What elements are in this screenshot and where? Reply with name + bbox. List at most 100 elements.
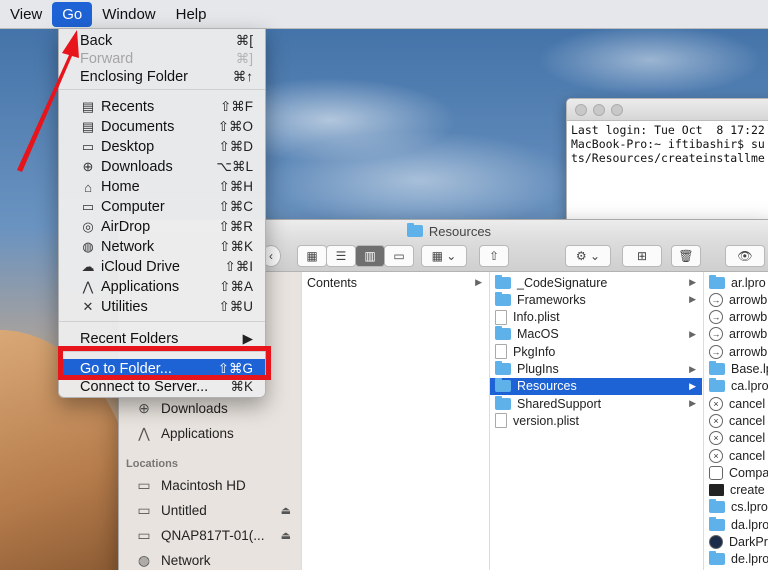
menu-item-home[interactable]: ⌂ Home ⇧⌘H — [59, 177, 265, 197]
list-item[interactable]: × cancel — [704, 412, 768, 429]
menu-shortcut: ⌘K — [230, 379, 253, 394]
menu-item-network[interactable]: ◍ Network ⇧⌘K — [59, 237, 265, 257]
trash-icon[interactable]: 🗑 — [671, 245, 701, 267]
terminal-output[interactable]: Last login: Tue Oct 8 17:22 MacBook-Pro:~… — [567, 121, 768, 167]
highlight-annotation-box — [58, 346, 271, 380]
list-item[interactable]: version.plist — [490, 412, 702, 429]
downloads-icon: ⊕ — [82, 159, 94, 174]
list-item[interactable]: × cancel — [704, 395, 768, 412]
eject-icon[interactable]: ⏏ — [281, 529, 291, 542]
menu-help[interactable]: Help — [166, 0, 217, 29]
menu-item-utilities[interactable]: ✕ Utilities ⇧⌘U — [59, 297, 265, 317]
list-item[interactable]: SharedSupport ▶ — [490, 395, 702, 412]
list-item[interactable]: PkgInfo — [490, 343, 702, 360]
menu-item-downloads[interactable]: ⊕ Downloads ⌥⌘L — [59, 157, 265, 177]
sidebar-item-applications[interactable]: ⋀ Applications — [135, 422, 297, 444]
sidebar-item-label: Untitled — [161, 502, 207, 518]
list-item[interactable]: Resources ▶ — [490, 377, 702, 395]
menu-item-airdrop[interactable]: ◎ AirDrop ⇧⌘R — [59, 217, 265, 237]
sidebar-item-qnap[interactable]: ▭ QNAP817T-01(... ⏏ — [135, 524, 297, 546]
menu-shortcut: ⌘[ — [235, 33, 253, 48]
menu-item-label: Recents — [101, 99, 155, 115]
arrow-circle-icon: → — [709, 327, 723, 342]
item-name: arrowb — [729, 344, 768, 359]
quick-look-eye-icon[interactable]: 👁 — [725, 245, 765, 267]
column-view-button[interactable]: ▥ — [355, 245, 385, 267]
menu-item-icloud-drive[interactable]: ☁ iCloud Drive ⇧⌘I — [59, 257, 265, 277]
sidebar-item-untitled[interactable]: ▭ Untitled ⏏ — [135, 499, 297, 521]
terminal-titlebar — [567, 99, 768, 121]
cancel-circle-icon: × — [709, 396, 723, 411]
list-item[interactable]: → arrowb — [704, 343, 768, 360]
share-icon[interactable]: ⇧ — [479, 245, 509, 267]
menu-item-label: Home — [101, 179, 140, 195]
menu-item-computer[interactable]: ▭ Computer ⇧⌘C — [59, 197, 265, 217]
item-name: Contents — [307, 275, 358, 290]
list-item[interactable]: PlugIns ▶ — [490, 361, 702, 378]
item-name: cancel — [729, 413, 766, 428]
zoom-button[interactable] — [611, 103, 623, 116]
folder-icon — [709, 274, 725, 289]
close-button[interactable] — [575, 103, 587, 116]
item-name: Frameworks — [517, 292, 586, 307]
item-name: ar.lpro — [731, 275, 766, 290]
list-item[interactable]: Base.lp — [704, 361, 768, 378]
menu-item-back[interactable]: Back ⌘[ — [59, 31, 265, 51]
sidebar-item-downloads[interactable]: ⊕ Downloads — [135, 397, 297, 419]
list-item[interactable]: × cancel — [704, 447, 768, 464]
list-item[interactable]: Frameworks ▶ — [490, 291, 702, 308]
list-item[interactable]: → arrowb — [704, 326, 768, 343]
menu-item-applications[interactable]: ⋀ Applications ⇧⌘A — [59, 277, 265, 297]
list-item[interactable]: cs.lpro — [704, 499, 768, 516]
chevron-right-icon: ▶ — [689, 294, 696, 305]
list-item[interactable]: Info.plist — [490, 309, 702, 326]
menu-item-connect-to-server[interactable]: Connect to Server... ⌘K — [59, 377, 265, 397]
menu-item-enclosing-folder[interactable]: Enclosing Folder ⌘↑ — [59, 67, 265, 87]
gallery-view-button[interactable]: ▭ — [384, 245, 414, 267]
item-name: cancel — [729, 448, 766, 463]
list-item[interactable]: Contents ▶ — [302, 274, 488, 291]
menu-bar: View Go Window Help — [0, 0, 768, 29]
icon-view-button[interactable]: ▦ — [297, 245, 327, 267]
sidebar-item-label: Network — [161, 552, 211, 568]
list-item[interactable]: MacOS ▶ — [490, 326, 702, 343]
menu-item-desktop[interactable]: ▭ Desktop ⇧⌘D — [59, 137, 265, 157]
list-item[interactable]: _CodeSignature ▶ — [490, 274, 702, 291]
airdrop-icon: ◎ — [82, 219, 94, 234]
action-gear-icon[interactable]: ⚙ ⌄ — [565, 245, 611, 267]
list-item[interactable]: → arrowb — [704, 309, 768, 326]
list-item[interactable]: Compa — [704, 464, 768, 481]
eject-icon[interactable]: ⏏ — [281, 504, 291, 517]
menu-item-label: Back — [80, 33, 113, 49]
chevron-right-icon: ▶ — [689, 363, 696, 374]
item-name: PkgInfo — [513, 344, 556, 359]
minimize-button[interactable] — [593, 103, 605, 116]
sidebar-item-macintosh-hd[interactable]: ▭ Macintosh HD — [135, 474, 297, 496]
sidebar-item-network[interactable]: ◍ Network — [135, 549, 297, 570]
menu-item-recents[interactable]: ▤ Recents ⇧⌘F — [59, 97, 265, 117]
item-name: Base.lp — [731, 362, 768, 376]
group-by-button[interactable]: ▦ ⌄ — [421, 245, 467, 267]
menu-item-label: iCloud Drive — [101, 259, 180, 275]
list-item[interactable]: → arrowb — [704, 291, 768, 308]
list-item[interactable]: da.lpro — [704, 516, 768, 533]
menu-window[interactable]: Window — [92, 0, 165, 29]
list-view-button[interactable]: ☰ — [326, 245, 356, 267]
menu-item-documents[interactable]: ▤ Documents ⇧⌘O — [59, 117, 265, 137]
menu-view[interactable]: View — [0, 0, 52, 29]
list-item[interactable]: DarkPr — [704, 534, 768, 551]
menu-item-forward: Forward ⌘] — [59, 49, 265, 69]
item-name: cancel — [729, 431, 766, 446]
list-item[interactable]: ca.lpro — [704, 378, 768, 395]
folder-icon — [709, 361, 725, 375]
menu-shortcut: ⌘↑ — [232, 69, 253, 84]
list-item[interactable]: × cancel — [704, 430, 768, 447]
menu-go[interactable]: Go — [52, 2, 93, 27]
new-folder-icon[interactable]: ⊞ — [622, 245, 662, 267]
list-item[interactable]: create — [704, 482, 768, 499]
list-item[interactable]: de.lpro — [704, 551, 768, 568]
list-item[interactable]: ar.lpro — [704, 274, 768, 291]
sidebar-item-label: Downloads — [161, 400, 228, 416]
item-name: cs.lpro — [731, 500, 768, 515]
menu-shortcut: ⇧⌘A — [219, 279, 253, 294]
